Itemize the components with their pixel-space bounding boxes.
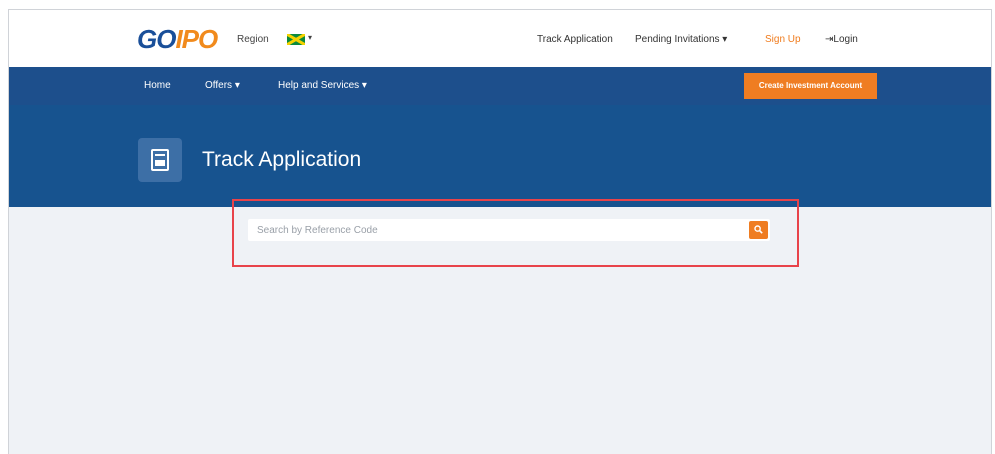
goipo-logo[interactable]: GOIPO: [137, 24, 218, 54]
logo-go: GO: [137, 24, 176, 54]
page-frame: GOIPO Region ▾ Track Application Pending…: [8, 9, 992, 454]
nav-offers[interactable]: Offers ▾: [205, 80, 240, 91]
create-investment-account-button[interactable]: Create Investment Account: [744, 73, 877, 99]
jamaica-flag-icon[interactable]: [287, 34, 305, 45]
sign-up-link[interactable]: Sign Up: [765, 34, 801, 45]
top-bar: GOIPO Region ▾ Track Application Pending…: [9, 10, 991, 67]
reference-code-search: [248, 219, 770, 241]
region-label: Region: [237, 34, 269, 45]
nav-home[interactable]: Home: [144, 80, 171, 91]
logo-ipo: IPO: [175, 24, 218, 54]
main-nav: Home Offers ▾ Help and Services ▾ Create…: [9, 67, 991, 105]
track-application-link[interactable]: Track Application: [537, 34, 613, 45]
search-icon: [754, 225, 763, 234]
search-button[interactable]: [749, 221, 768, 239]
page-header: Track Application: [9, 105, 991, 207]
page-title: Track Application: [202, 148, 362, 171]
region-caret-icon[interactable]: ▾: [308, 33, 312, 42]
nav-help-and-services[interactable]: Help and Services ▾: [278, 80, 367, 91]
document-icon: [138, 138, 182, 182]
pending-invitations-dropdown[interactable]: Pending Invitations ▾: [635, 34, 727, 45]
login-link[interactable]: ⇥Login: [825, 34, 858, 45]
reference-code-search-input[interactable]: [248, 219, 744, 241]
